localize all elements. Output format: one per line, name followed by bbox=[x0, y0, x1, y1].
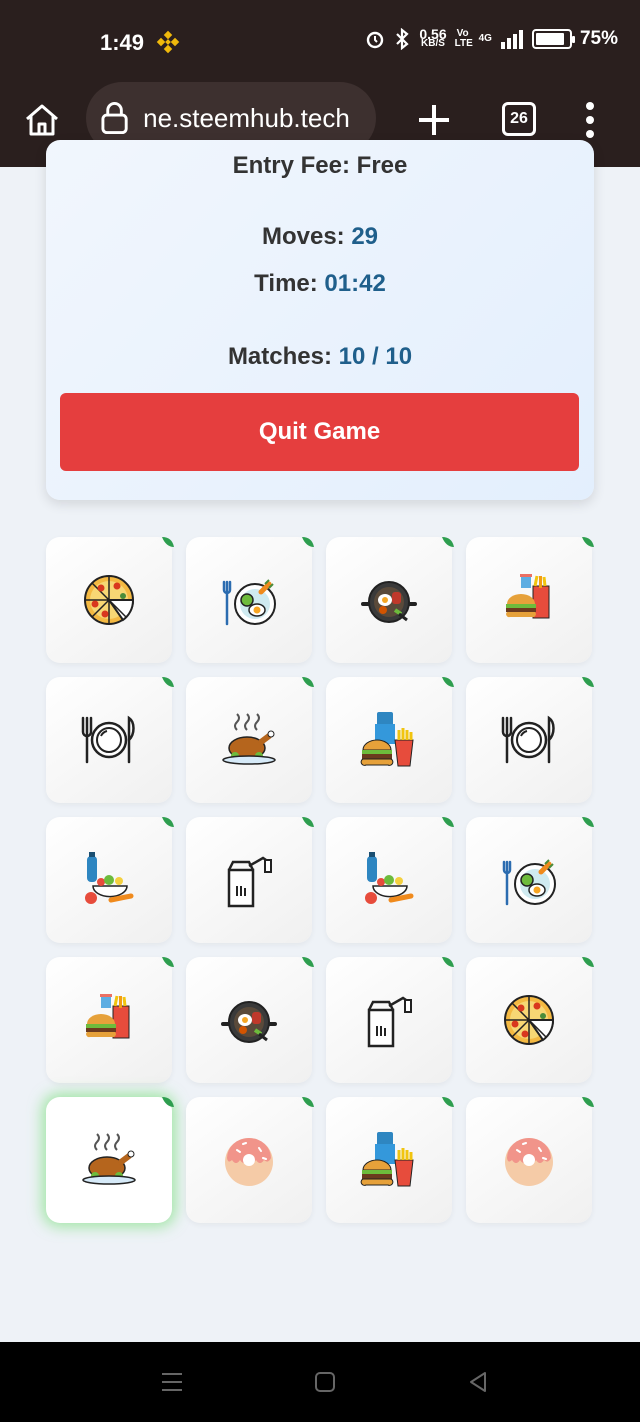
moves-stat: Moves: 29 bbox=[261, 223, 379, 250]
healthy-food-icon bbox=[365, 852, 414, 904]
takeaway-bag-icon bbox=[367, 996, 412, 1048]
signal-icon bbox=[500, 30, 523, 49]
memory-card[interactable] bbox=[186, 957, 314, 1083]
memory-card[interactable] bbox=[46, 1097, 174, 1223]
binance-icon bbox=[156, 30, 180, 54]
quit-game-button[interactable]: Quit Game bbox=[60, 393, 579, 471]
memory-card[interactable] bbox=[46, 957, 174, 1083]
matched-leaf-icon bbox=[162, 817, 174, 827]
roast-chicken-icon bbox=[222, 713, 276, 765]
matched-leaf-icon bbox=[162, 677, 174, 687]
time-stat: Time: 01:42 bbox=[254, 270, 386, 297]
matched-leaf-icon bbox=[162, 537, 174, 547]
matched-leaf-icon bbox=[302, 1097, 314, 1107]
burger-fries-icon bbox=[360, 1132, 414, 1187]
memory-card[interactable] bbox=[326, 817, 454, 943]
memory-card[interactable] bbox=[46, 817, 174, 943]
memory-card[interactable] bbox=[466, 1097, 594, 1223]
memory-card[interactable] bbox=[186, 537, 314, 663]
pan-food-icon bbox=[361, 581, 417, 623]
matched-leaf-icon bbox=[442, 817, 454, 827]
matched-leaf-icon bbox=[442, 537, 454, 547]
fast-food-combo-icon bbox=[86, 994, 130, 1039]
status-bar: 1:49 0.56 KB/S Vo LTE 4G 75% bbox=[0, 0, 640, 84]
memory-card[interactable] bbox=[186, 1097, 314, 1223]
memory-card[interactable] bbox=[326, 537, 454, 663]
back-icon[interactable] bbox=[466, 1370, 490, 1394]
donut-icon bbox=[225, 1138, 273, 1186]
volte-indicator: Vo LTE bbox=[454, 28, 473, 49]
time-value: 01:42 bbox=[324, 270, 386, 297]
home-nav-icon[interactable] bbox=[313, 1370, 337, 1394]
net-speed: 0.56 KB/S bbox=[419, 26, 447, 49]
battery-icon bbox=[531, 29, 575, 49]
more-menu-icon[interactable] bbox=[582, 100, 598, 140]
alarm-icon bbox=[367, 31, 384, 49]
memory-card[interactable] bbox=[466, 677, 594, 803]
donut-icon bbox=[505, 1138, 553, 1186]
lock-icon bbox=[101, 102, 128, 135]
network-type: 4G bbox=[478, 33, 492, 44]
memory-card[interactable] bbox=[46, 537, 174, 663]
matched-leaf-icon bbox=[582, 1097, 594, 1107]
memory-card[interactable] bbox=[466, 817, 594, 943]
memory-card[interactable] bbox=[326, 677, 454, 803]
memory-card[interactable] bbox=[466, 537, 594, 663]
plate-cutlery-icon bbox=[81, 715, 135, 764]
matches-stat: Matches: 10 / 10 bbox=[227, 343, 413, 370]
url-text: ne.steemhub.tech bbox=[143, 102, 350, 133]
pizza-icon bbox=[504, 995, 555, 1045]
status-time: 1:49 bbox=[100, 30, 145, 55]
matched-leaf-icon bbox=[302, 957, 314, 967]
recents-icon[interactable] bbox=[160, 1370, 184, 1394]
matched-leaf-icon bbox=[442, 677, 454, 687]
breakfast-plate-icon bbox=[502, 859, 556, 906]
memory-card[interactable] bbox=[326, 957, 454, 1083]
matched-leaf-icon bbox=[302, 817, 314, 827]
memory-card[interactable] bbox=[186, 677, 314, 803]
healthy-food-icon bbox=[85, 852, 134, 904]
takeaway-bag-icon bbox=[227, 856, 272, 908]
moves-value: 29 bbox=[351, 223, 379, 250]
game-info-panel: Entry Fee: Free Moves: 29 Time: 01:42 Ma… bbox=[46, 140, 594, 500]
memory-card[interactable] bbox=[466, 957, 594, 1083]
memory-card[interactable] bbox=[326, 1097, 454, 1223]
home-icon[interactable] bbox=[22, 100, 62, 140]
burger-fries-icon bbox=[360, 712, 414, 767]
system-nav-bar bbox=[0, 1342, 640, 1422]
tab-switcher-button[interactable]: 26 bbox=[502, 102, 536, 136]
matched-leaf-icon bbox=[442, 1097, 454, 1107]
breakfast-plate-icon bbox=[222, 579, 276, 626]
memory-card[interactable] bbox=[46, 677, 174, 803]
fast-food-combo-icon bbox=[506, 574, 550, 619]
pan-food-icon bbox=[221, 1001, 277, 1043]
matched-leaf-icon bbox=[302, 677, 314, 687]
matches-value: 10 / 10 bbox=[338, 343, 413, 370]
matched-leaf-icon bbox=[582, 817, 594, 827]
roast-chicken-icon bbox=[82, 1133, 136, 1185]
matched-leaf-icon bbox=[582, 537, 594, 547]
entry-fee: Entry Fee: Free bbox=[232, 152, 408, 179]
matched-leaf-icon bbox=[302, 537, 314, 547]
new-tab-icon[interactable] bbox=[414, 100, 454, 140]
matched-leaf-icon bbox=[162, 1097, 174, 1107]
matched-leaf-icon bbox=[162, 957, 174, 967]
matched-leaf-icon bbox=[442, 957, 454, 967]
battery-percent: 75% bbox=[579, 28, 618, 49]
bluetooth-icon bbox=[396, 28, 410, 50]
pizza-icon bbox=[84, 575, 135, 625]
matched-leaf-icon bbox=[582, 677, 594, 687]
memory-card[interactable] bbox=[186, 817, 314, 943]
plate-cutlery-icon bbox=[501, 715, 555, 764]
matched-leaf-icon bbox=[582, 957, 594, 967]
